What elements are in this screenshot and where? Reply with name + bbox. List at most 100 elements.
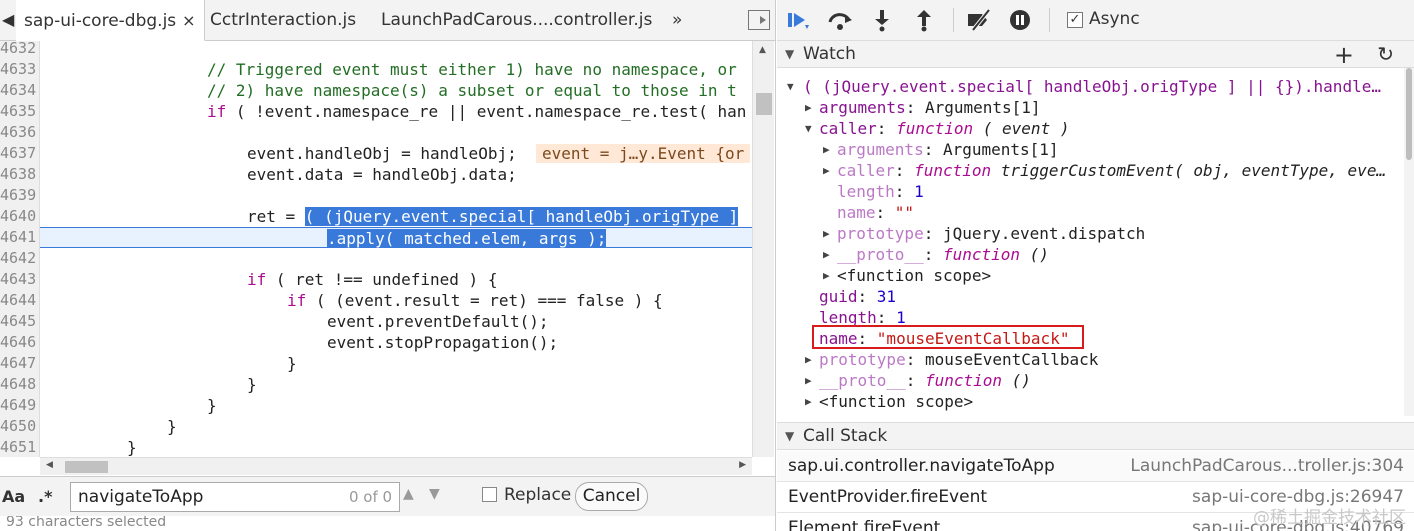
scroll-thumb[interactable] bbox=[756, 93, 772, 115]
replace-checkbox[interactable] bbox=[482, 487, 497, 502]
line-number: 4632 bbox=[0, 41, 37, 57]
callstack-section-header[interactable]: ▼ Call Stack bbox=[777, 422, 1414, 450]
property-value: function bbox=[924, 371, 1003, 390]
line-number: 4647 bbox=[0, 354, 37, 372]
section-title: Call Stack bbox=[803, 426, 888, 446]
tab-label: LaunchPadCarous....controller.js bbox=[381, 10, 653, 30]
code-text: } bbox=[167, 417, 177, 436]
tab-sap-ui-core-dbg[interactable]: sap-ui-core-dbg.js × bbox=[16, 0, 205, 41]
tree-row[interactable]: ▶ __proto__: function () bbox=[823, 244, 1049, 265]
next-match-icon[interactable]: ▼ bbox=[429, 486, 440, 502]
refresh-icon[interactable]: ↻ bbox=[1377, 42, 1394, 66]
property-value: Arguments[1] bbox=[942, 140, 1059, 159]
tab-label: CctrInteraction.js bbox=[210, 10, 357, 30]
code-editor[interactable]: 4632 4633 // Triggered event must either … bbox=[0, 41, 775, 457]
expand-icon[interactable]: ▼ bbox=[787, 76, 794, 97]
line-number: 4639 bbox=[0, 186, 37, 204]
expand-icon[interactable]: ▶ bbox=[805, 97, 812, 118]
line-number: 4640 bbox=[0, 207, 37, 225]
tree-row: guid: 31 bbox=[819, 287, 897, 306]
scroll-thumb[interactable] bbox=[1406, 68, 1412, 160]
tab-cctrinteraction[interactable]: CctrInteraction.js bbox=[202, 0, 364, 41]
scroll-right-icon[interactable]: ▶ bbox=[739, 460, 746, 470]
watch-section-header[interactable]: ▼ Watch + ↻ bbox=[777, 40, 1414, 69]
frame-location[interactable]: LaunchPadCarous...troller.js:304 bbox=[1130, 456, 1404, 476]
tree-row: length: 1 bbox=[837, 182, 924, 201]
collapse-icon[interactable]: ▼ bbox=[785, 429, 794, 443]
add-watch-icon[interactable]: + bbox=[1334, 41, 1354, 69]
line-number: 4641 bbox=[0, 228, 37, 246]
tree-row[interactable]: ▶ __proto__: function () bbox=[805, 370, 1031, 391]
code-text: } bbox=[207, 396, 217, 415]
expand-icon[interactable]: ▼ bbox=[805, 118, 812, 139]
expand-icon[interactable]: ▶ bbox=[823, 223, 830, 244]
property-value: mouseEventCallback bbox=[924, 350, 1099, 369]
step-out-icon[interactable] bbox=[911, 8, 937, 32]
line-number: 4635 bbox=[0, 102, 37, 120]
tree-row[interactable]: ▶ arguments: Arguments[1] bbox=[823, 139, 1059, 160]
selected-code: ( (jQuery.event.special[ handleObj.origT… bbox=[304, 207, 739, 226]
tree-row[interactable]: ▶ prototype: mouseEventCallback bbox=[805, 349, 1098, 370]
tree-row[interactable]: ▶ prototype: jQuery.event.dispatch bbox=[823, 223, 1145, 244]
deactivate-breakpoints-icon[interactable] bbox=[965, 8, 991, 32]
code-keyword: if bbox=[247, 270, 267, 289]
vertical-scrollbar[interactable]: ▲ bbox=[752, 41, 774, 457]
step-over-icon[interactable] bbox=[827, 8, 853, 32]
property-value: function bbox=[914, 161, 992, 180]
tree-row[interactable]: ▼ caller: function ( event ) bbox=[805, 118, 1069, 139]
expand-icon[interactable]: ▶ bbox=[823, 160, 830, 181]
watch-scrollbar[interactable] bbox=[1404, 68, 1414, 416]
horizontal-scrollbar[interactable]: ◀ ▶ bbox=[40, 457, 752, 475]
property-name: guid bbox=[819, 287, 858, 306]
line-number: 4638 bbox=[0, 165, 37, 183]
code-keyword: if bbox=[207, 102, 227, 121]
scroll-up-icon[interactable]: ▲ bbox=[759, 45, 766, 55]
match-case-toggle[interactable]: Aa bbox=[2, 487, 25, 506]
previous-match-icon[interactable]: ▲ bbox=[403, 486, 414, 502]
scroll-left-icon[interactable]: ◀ bbox=[46, 460, 53, 470]
property-value: 31 bbox=[876, 287, 897, 306]
expand-icon[interactable]: ▶ bbox=[823, 265, 830, 286]
toggle-sidebar-icon[interactable] bbox=[748, 10, 770, 30]
code-comment: // Triggered event must either 1) have n… bbox=[207, 60, 737, 79]
tab-scroll-left-icon[interactable]: ◀ bbox=[2, 10, 14, 29]
frame-function: sap.ui.controller.navigateToApp bbox=[788, 456, 1055, 476]
property-name: name bbox=[837, 203, 876, 222]
regex-toggle[interactable]: .* bbox=[38, 487, 52, 506]
search-input[interactable] bbox=[71, 483, 331, 511]
tree-row[interactable]: ▶ <function scope> bbox=[805, 391, 973, 412]
property-name: __proto__ bbox=[837, 245, 924, 264]
function-signature: () bbox=[1011, 371, 1031, 390]
more-tabs-icon[interactable]: » bbox=[664, 0, 690, 41]
editor-tab-bar: ◀ sap-ui-core-dbg.js × CctrInteraction.js… bbox=[0, 0, 775, 41]
tree-row: name: "" bbox=[837, 203, 915, 222]
code-text: event.data = handleObj.data; bbox=[247, 165, 517, 184]
watch-expression: ( (jQuery.event.special[ handleObj.origT… bbox=[803, 77, 1381, 96]
cancel-button[interactable]: Cancel bbox=[575, 482, 648, 511]
resume-icon[interactable] bbox=[785, 8, 811, 32]
tree-row[interactable]: ▶ caller: function triggerCustomEvent( ob… bbox=[823, 160, 1386, 181]
close-icon[interactable]: × bbox=[182, 11, 195, 30]
tree-row[interactable]: ▶ arguments: Arguments[1] bbox=[805, 97, 1041, 118]
watch-expression-row[interactable]: ▼ ( (jQuery.event.special[ handleObj.orig… bbox=[787, 76, 1381, 97]
expand-icon[interactable]: ▶ bbox=[823, 139, 830, 160]
expand-icon[interactable]: ▶ bbox=[805, 349, 812, 370]
scroll-thumb[interactable] bbox=[65, 461, 108, 473]
tab-launchpadcarousel[interactable]: LaunchPadCarous....controller.js bbox=[373, 0, 660, 41]
call-frame[interactable]: sap.ui.controller.navigateToApp LaunchPa… bbox=[777, 451, 1414, 482]
property-value: 1 bbox=[914, 182, 924, 201]
function-signature: triggerCustomEvent( obj, eventType, eve… bbox=[1000, 161, 1387, 180]
debugger-sidebar: ✓ Async ▼ Watch + ↻ ▼ ( (jQuery.event.spe… bbox=[777, 0, 1414, 531]
property-name: arguments bbox=[837, 140, 924, 159]
tree-row[interactable]: ▶ <function scope> bbox=[823, 265, 991, 286]
expand-icon[interactable]: ▶ bbox=[805, 391, 812, 412]
step-into-icon[interactable] bbox=[869, 8, 895, 32]
line-number: 4649 bbox=[0, 396, 37, 414]
expand-icon[interactable]: ▶ bbox=[805, 370, 812, 391]
expand-icon[interactable]: ▶ bbox=[823, 244, 830, 265]
pause-on-exceptions-icon[interactable] bbox=[1007, 8, 1033, 32]
async-checkbox[interactable]: ✓ bbox=[1067, 12, 1083, 28]
collapse-icon[interactable]: ▼ bbox=[785, 47, 794, 61]
function-signature: () bbox=[1029, 245, 1049, 264]
replace-label: Replace bbox=[504, 485, 572, 505]
